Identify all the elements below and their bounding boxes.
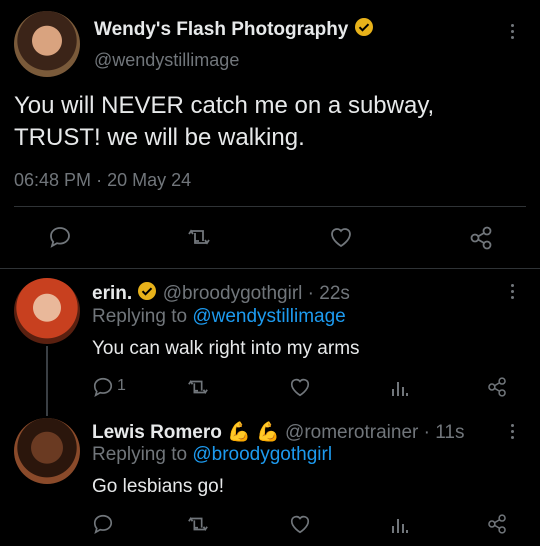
more-icon[interactable] (510, 24, 516, 42)
replying-to: Replying to @wendystillimage (92, 306, 346, 328)
reply-age: · 22s (307, 283, 350, 305)
reply-icon[interactable] (92, 376, 114, 398)
display-name-text[interactable]: Wendy's Flash Photography (94, 19, 348, 40)
retweet-icon[interactable] (186, 376, 210, 398)
thread-line (46, 346, 48, 416)
mention-link[interactable]: @wendystillimage (192, 306, 345, 327)
divider (14, 206, 526, 207)
flexed-biceps-icon: 💪 💪 (227, 422, 280, 443)
reply-icon[interactable] (92, 513, 114, 535)
reply-icon[interactable] (48, 225, 72, 249)
reply-text: Go lesbians go! (92, 476, 225, 497)
share-icon[interactable] (468, 225, 494, 251)
share-icon[interactable] (486, 513, 508, 535)
display-name-text[interactable]: Lewis Romero (92, 422, 222, 443)
reply-avatar[interactable] (14, 278, 80, 344)
tweet-text-line: TRUST! we will be walking. (14, 124, 305, 151)
main-display-name[interactable]: Wendy's Flash Photography (94, 17, 374, 43)
like-icon[interactable] (288, 376, 312, 398)
retweet-icon[interactable] (186, 513, 210, 535)
verified-badge-icon (354, 17, 374, 43)
like-icon[interactable] (288, 513, 312, 535)
tweet-time: 06:48 PM (14, 170, 92, 190)
more-icon[interactable] (510, 284, 516, 302)
reply-text: You can walk right into my arms (92, 338, 360, 359)
replying-label: Replying to (92, 444, 188, 465)
tweet-date: 20 May 24 (107, 170, 192, 190)
like-icon[interactable] (328, 225, 354, 249)
tweet-text-line: You will NEVER catch me on a subway, (14, 92, 435, 119)
share-icon[interactable] (486, 376, 508, 398)
tweet-timestamp: 06:48 PM · 20 May 24 (14, 170, 191, 191)
main-handle[interactable]: @wendystillimage (94, 50, 239, 71)
reply-header: erin. @broodygothgirl · 22s (92, 281, 350, 307)
reply-avatar[interactable] (14, 418, 80, 484)
more-icon[interactable] (510, 424, 516, 442)
views-icon[interactable] (390, 376, 410, 398)
replying-label: Replying to (92, 306, 188, 327)
reply-handle[interactable]: @romerotrainer (285, 422, 418, 443)
main-avatar[interactable] (14, 11, 80, 77)
reply-handle[interactable]: @broodygothgirl (163, 283, 303, 304)
retweet-icon[interactable] (186, 225, 212, 249)
mention-link[interactable]: @broodygothgirl (192, 444, 332, 465)
views-icon[interactable] (390, 513, 410, 535)
reply-header: Lewis Romero 💪 💪 @romerotrainer · 11s (92, 420, 464, 444)
separator: · (96, 170, 103, 190)
display-name-text[interactable]: erin. (92, 283, 132, 304)
replying-to: Replying to @broodygothgirl (92, 444, 332, 466)
tweet-text: You will NEVER catch me on a subway, TRU… (14, 90, 434, 154)
reply-age: · 11s (423, 422, 465, 443)
divider (0, 268, 540, 269)
verified-badge-icon (137, 281, 157, 307)
reply-count: 1 (117, 377, 126, 394)
